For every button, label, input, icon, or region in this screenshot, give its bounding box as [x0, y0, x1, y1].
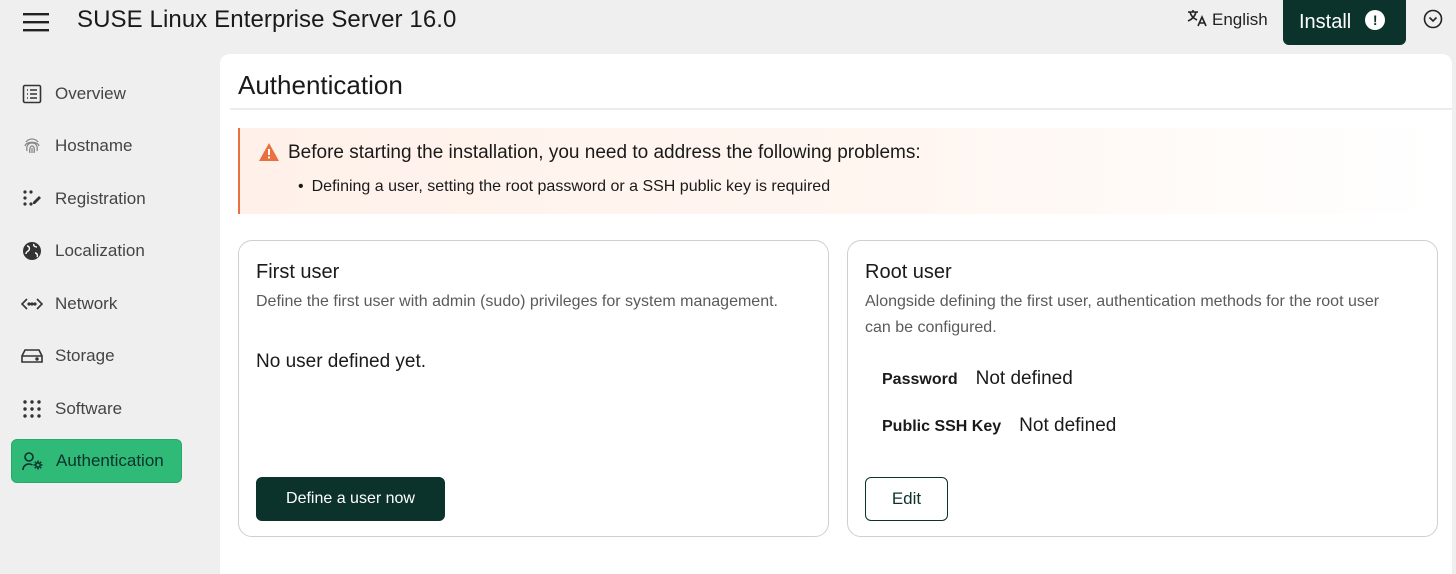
- sidebar-item-software[interactable]: Software: [11, 387, 182, 431]
- card-description: Alongside defining the first user, authe…: [865, 293, 1380, 336]
- alert-item-text: Defining a user, setting the root passwo…: [311, 178, 831, 195]
- card-title: First user: [256, 261, 340, 283]
- page-title: Authentication: [238, 70, 403, 100]
- password-value: Not defined: [975, 368, 1073, 389]
- sidebar-item-label: Registration: [55, 189, 146, 208]
- warning-alert: Before starting the installation, you ne…: [238, 128, 1438, 214]
- sidebar-item-label: Authentication: [56, 451, 164, 470]
- sidebar-item-hostname[interactable]: Hostname: [11, 124, 182, 168]
- sidebar-item-storage[interactable]: Storage: [11, 334, 182, 378]
- dots-edit-icon: [21, 188, 43, 210]
- user-status: No user defined yet.: [256, 351, 427, 372]
- exclamation-icon: !: [1365, 9, 1386, 30]
- list-icon: [21, 83, 43, 105]
- sidebar-item-label: Overview: [55, 84, 126, 103]
- fingerprint-icon: [21, 135, 43, 157]
- sidebar-item-label: Software: [55, 399, 123, 418]
- language-label: English: [1212, 10, 1268, 29]
- card-title: Root user: [865, 261, 952, 283]
- ssh-key-row: Public SSH Key Not defined: [882, 415, 1116, 437]
- sidebar-item-label: Network: [55, 294, 118, 313]
- edit-button[interactable]: Edit: [865, 477, 948, 521]
- list-item: • Defining a user, setting the root pass…: [298, 178, 830, 196]
- bullet: •: [298, 178, 304, 195]
- globe-icon: [21, 240, 43, 262]
- warning-icon: [258, 142, 280, 167]
- sidebar-item-overview[interactable]: Overview: [11, 72, 182, 116]
- install-label: Install: [1299, 11, 1352, 33]
- app-title: SUSE Linux Enterprise Server 16.0: [77, 6, 457, 33]
- first-user-card: First user Define the first user with ad…: [238, 240, 829, 537]
- translate-icon: [1186, 8, 1208, 33]
- main-content: Authentication Before starting the insta…: [220, 54, 1452, 574]
- ssh-key-label: Public SSH Key: [882, 418, 1002, 435]
- sidebar-item-label: Hostname: [55, 136, 133, 155]
- top-bar: SUSE Linux Enterprise Server 16.0 Englis…: [0, 0, 1456, 48]
- sidebar-item-network[interactable]: Network: [11, 282, 182, 326]
- user-gear-icon: [22, 450, 44, 472]
- ssh-key-value: Not defined: [1019, 415, 1117, 436]
- password-label: Password: [882, 371, 958, 388]
- sidebar-item-localization[interactable]: Localization: [11, 229, 182, 273]
- language-selector[interactable]: English: [1186, 6, 1268, 34]
- title-divider: [230, 108, 1452, 110]
- chevron-down-circle-icon[interactable]: [1420, 6, 1446, 32]
- sidebar-item-label: Localization: [55, 241, 145, 260]
- install-button[interactable]: Install !: [1283, 0, 1406, 45]
- sidebar-item-authentication[interactable]: Authentication: [11, 439, 182, 483]
- menu-icon[interactable]: [18, 8, 54, 36]
- grid-dots-icon: [21, 398, 43, 420]
- sidebar-item-label: Storage: [55, 346, 115, 365]
- alert-title: Before starting the installation, you ne…: [288, 142, 921, 163]
- code-arrows-icon: [21, 293, 43, 315]
- drive-icon: [21, 345, 43, 367]
- sidebar-item-registration[interactable]: Registration: [11, 177, 182, 221]
- password-row: Password Not defined: [882, 368, 1073, 390]
- define-user-button[interactable]: Define a user now: [256, 477, 445, 521]
- card-description: Define the first user with admin (sudo) …: [256, 293, 778, 310]
- root-user-card: Root user Alongside defining the first u…: [847, 240, 1438, 537]
